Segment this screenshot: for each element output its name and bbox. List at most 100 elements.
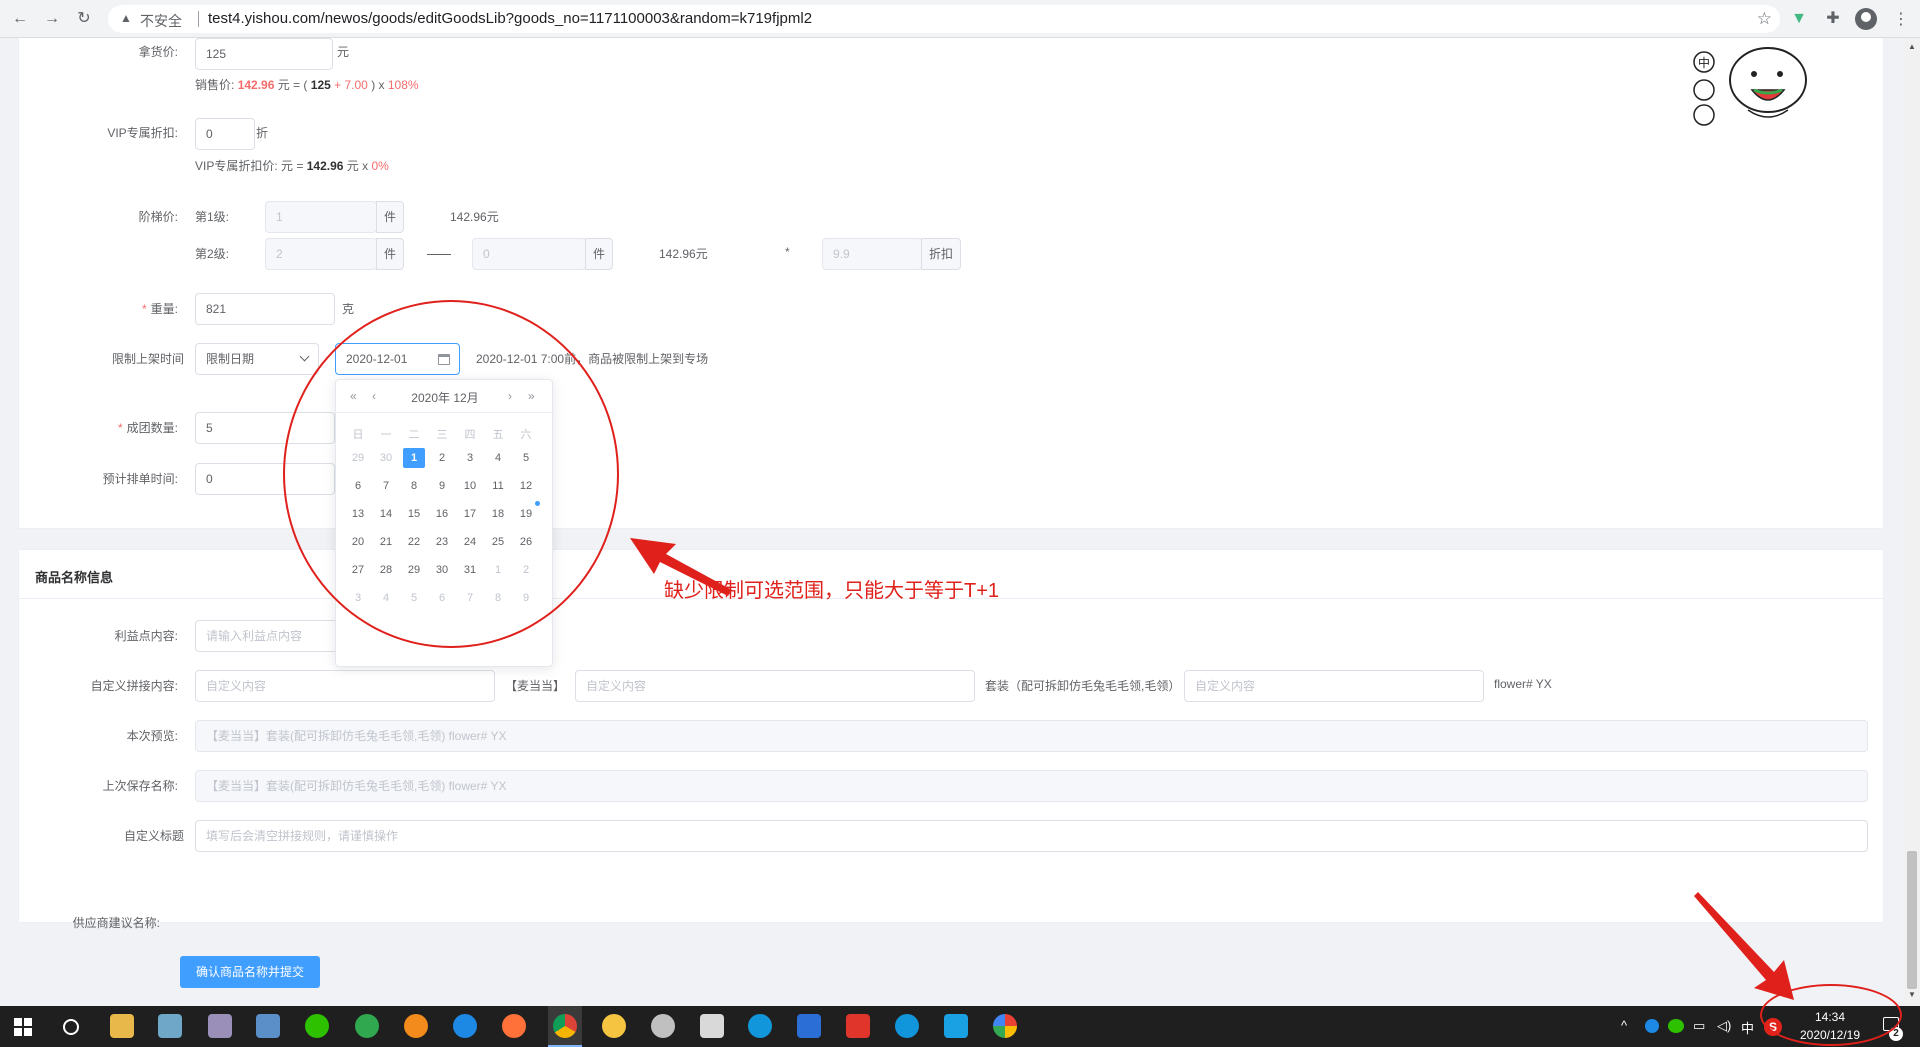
tray-network-icon[interactable]: ▭	[1693, 1018, 1705, 1034]
warning-icon: ▲	[120, 11, 132, 25]
search-circle-icon[interactable]	[63, 1019, 79, 1035]
vip-price-mid: 元 x	[346, 159, 369, 173]
tray-app-icon[interactable]	[1645, 1019, 1659, 1033]
name-section-title: 商品名称信息	[35, 570, 114, 585]
custom-join-label: 自定义拼接内容:	[90, 679, 178, 693]
custom-input-3[interactable]: 自定义内容	[1184, 670, 1484, 702]
scroll-up-icon[interactable]: ▲	[1908, 42, 1916, 51]
custom-input-2[interactable]: 自定义内容	[575, 670, 975, 702]
shelf-limit-type-select[interactable]: 限制日期	[195, 343, 319, 375]
ie-icon[interactable]	[453, 1014, 477, 1038]
app-document-icon[interactable]	[256, 1014, 280, 1038]
app-orange-icon[interactable]	[404, 1014, 428, 1038]
preview-input: 【麦当当】套装(配可拆卸仿毛兔毛毛领,毛领) flower# YX	[195, 720, 1868, 752]
wechat-icon[interactable]	[305, 1014, 329, 1038]
vip-price-prefix: 元 =	[281, 159, 304, 173]
tier-range-dash	[427, 254, 451, 255]
group-count-label: * 成团数量:	[80, 419, 178, 436]
suffix-text: flower# YX	[1494, 677, 1552, 691]
vip-discount-unit: 折	[256, 126, 269, 140]
custom-title-input[interactable]: 填写后会清空拼接规则，请谨慎操作	[195, 820, 1868, 852]
schedule-label: 预计排单时间:	[102, 472, 178, 486]
custom-input-1[interactable]: 自定义内容	[195, 670, 495, 702]
scroll-thumb[interactable]	[1907, 851, 1917, 989]
tier-level1-price: 142.96元	[450, 210, 499, 224]
tray-lang[interactable]: 中	[1741, 1018, 1754, 1037]
custom-title-label: 自定义标题	[123, 829, 184, 843]
page-content: 中 拿货价: 125 元 销售价: 142.96 元 = ( 125 + 7.0…	[0, 38, 1904, 1006]
last-saved-label: 上次保存名称:	[102, 779, 178, 793]
tier-discount-input[interactable]: 9.9	[822, 238, 922, 270]
annotation-clock-circle	[1760, 984, 1902, 1046]
app-camera-icon[interactable]	[944, 1014, 968, 1038]
sale-price-text: 销售价: 142.96 元 = ( 125 + 7.00 ) x 108%	[195, 76, 419, 93]
tray-volume-icon[interactable]: ◁)	[1717, 1018, 1731, 1034]
reload-icon[interactable]: ↻	[74, 9, 94, 29]
preview-label: 本次预览:	[126, 729, 178, 743]
tier-level2-to-input[interactable]: 0	[472, 238, 586, 270]
omnibox-divider	[198, 11, 199, 27]
tray-chevron-icon[interactable]: ^	[1621, 1018, 1627, 1033]
wps-icon[interactable]	[797, 1014, 821, 1038]
app-green-icon[interactable]	[355, 1014, 379, 1038]
sale-formula-close: ) x	[371, 78, 385, 92]
tier-price-label: 阶梯价:	[138, 210, 178, 224]
app-cup-icon[interactable]	[700, 1014, 724, 1038]
supplier-label: 供应商建议名称:	[72, 916, 160, 930]
tier-level1-unit: 件	[376, 201, 404, 233]
windows-start-icon[interactable]	[14, 1018, 32, 1036]
app-colorful-icon[interactable]	[993, 1014, 1017, 1038]
sale-formula-pct: 108%	[387, 78, 419, 92]
vip-price-label: VIP专属折扣价:	[195, 159, 278, 173]
app-paint-icon[interactable]	[208, 1014, 232, 1038]
purchase-price-input[interactable]: 125	[195, 38, 333, 70]
chrome-taskbar-active[interactable]	[548, 1006, 582, 1047]
weight-unit: 克	[342, 302, 355, 316]
shelf-limit-label: 限制上架时间	[111, 352, 184, 366]
insecure-label: 不安全	[140, 13, 182, 29]
annotation-arrow-bottom-icon	[1694, 892, 1794, 1000]
chrome-icon	[553, 1014, 577, 1038]
scroll-down-icon[interactable]: ▼	[1908, 990, 1916, 999]
tier-level1-input[interactable]: 1	[265, 201, 377, 233]
back-icon[interactable]: ←	[10, 9, 30, 29]
sale-formula-prefix: 元 = (	[277, 78, 308, 92]
app-feishu-icon[interactable]	[748, 1014, 772, 1038]
app-notepad-icon[interactable]	[158, 1014, 182, 1038]
tier-discount-unit: 折扣	[921, 238, 961, 270]
tray-wechat-icon[interactable]	[1668, 1019, 1684, 1033]
app-yellow-icon[interactable]	[602, 1014, 626, 1038]
vip-price-value: 142.96	[306, 159, 344, 173]
windows-taskbar: ^ ▭ ◁) 中 S 14:34 2020/12/19 2	[0, 1006, 1920, 1047]
confirm-submit-button[interactable]: 确认商品名称并提交	[180, 956, 320, 988]
bookmark-star-icon[interactable]: ☆	[1757, 9, 1772, 29]
url-text[interactable]: test4.yishou.com/newos/goods/editGoodsLi…	[208, 10, 812, 27]
firefox-icon[interactable]	[502, 1014, 526, 1038]
extensions-puzzle-icon[interactable]: ✚	[1822, 8, 1844, 30]
file-explorer-icon[interactable]	[110, 1014, 134, 1038]
page-scrollbar[interactable]: ▲ ▼	[1904, 38, 1920, 1006]
annotation-circle	[283, 300, 619, 648]
tier-level2-price: 142.96元	[659, 247, 708, 261]
vip-price-pct: 0%	[371, 159, 389, 173]
tier-level1-label: 第1级:	[195, 210, 230, 224]
shelf-limit-type-value: 限制日期	[206, 352, 255, 366]
menu-kebab-icon[interactable]: ⋮	[1893, 9, 1909, 29]
vue-devtools-icon[interactable]: ▼	[1788, 8, 1810, 30]
vip-discount-input[interactable]: 0	[195, 118, 255, 150]
address-bar[interactable]: ▲ 不安全 test4.yishou.com/newos/goods/editG…	[108, 5, 1780, 33]
suit-text: 套装（配可拆卸仿毛兔毛毛领,毛领）	[985, 679, 1181, 693]
group-count-label-text: 成团数量:	[126, 421, 178, 435]
profile-avatar-icon[interactable]	[1855, 8, 1877, 30]
app-lark-icon[interactable]	[895, 1014, 919, 1038]
app-xmind-icon[interactable]	[846, 1014, 870, 1038]
forward-icon[interactable]: →	[42, 9, 62, 29]
tier-level2-input[interactable]: 2	[265, 238, 377, 270]
tier-level2-unit: 件	[376, 238, 404, 270]
weight-input[interactable]: 821	[195, 293, 335, 325]
svg-text:中: 中	[1698, 55, 1710, 70]
app-fish-icon[interactable]	[651, 1014, 675, 1038]
tier-level2-star: *	[785, 245, 790, 259]
brand-tag-text: 【麦当当】	[505, 679, 566, 693]
benefit-label: 利益点内容:	[114, 629, 178, 643]
